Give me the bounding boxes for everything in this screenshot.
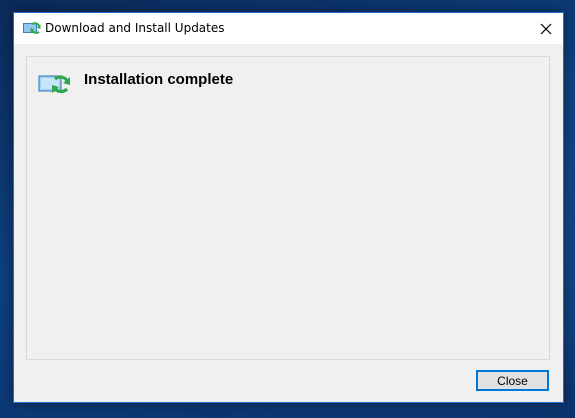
update-complete-icon xyxy=(38,71,72,97)
close-icon[interactable] xyxy=(528,13,563,44)
close-button[interactable]: Close xyxy=(476,370,549,391)
update-dialog: Download and Install Updates Installatio… xyxy=(13,12,564,403)
title-bar[interactable]: Download and Install Updates xyxy=(14,13,563,44)
window-title: Download and Install Updates xyxy=(45,21,225,35)
windows-update-icon xyxy=(23,21,41,36)
status-heading: Installation complete xyxy=(84,71,234,88)
content-panel: Installation complete xyxy=(26,56,550,360)
